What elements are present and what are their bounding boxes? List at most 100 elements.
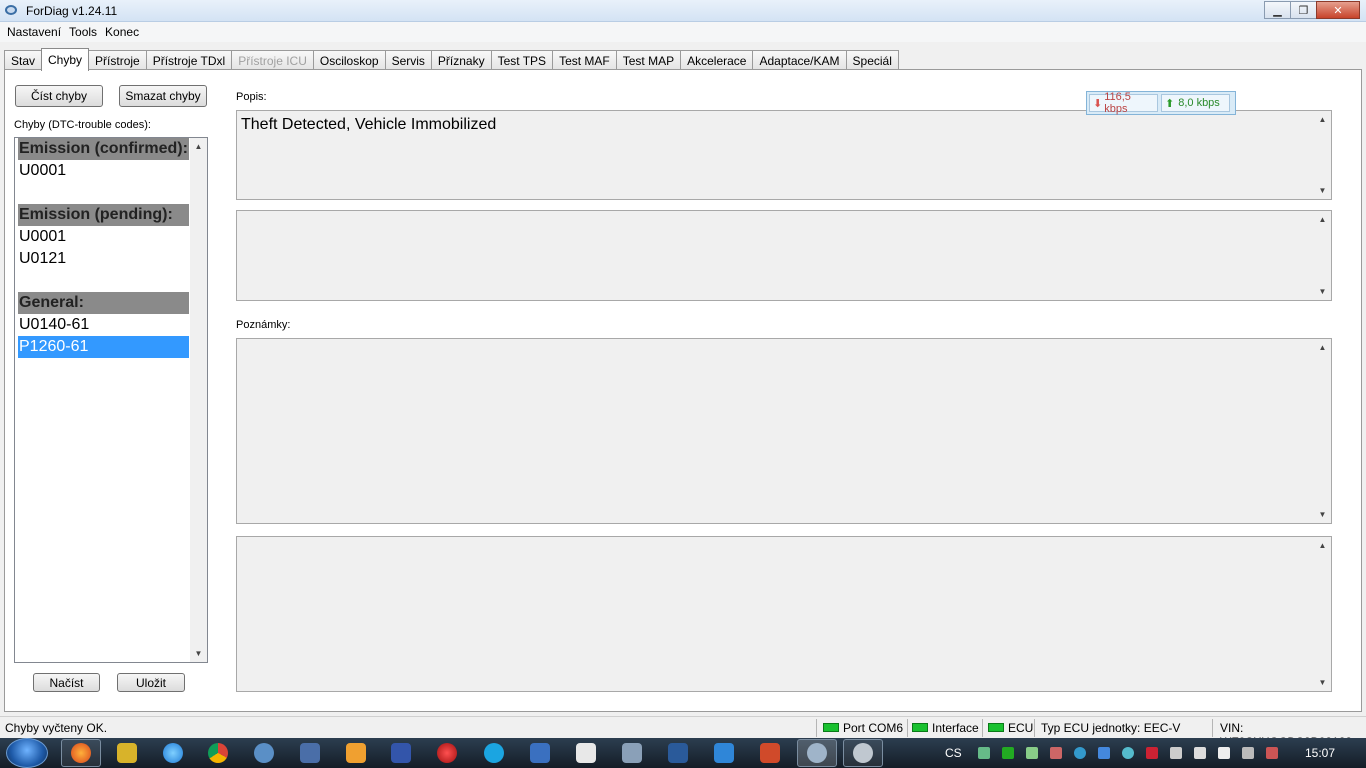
scroll-up-icon[interactable]: ▲	[1314, 339, 1331, 356]
tab-chyby[interactable]: Chyby	[41, 48, 90, 71]
tray-icon[interactable]	[1122, 747, 1134, 759]
upload-arrow-icon: ⬆	[1165, 97, 1175, 110]
menu-tools[interactable]: Tools	[65, 25, 101, 39]
scroll-up-icon[interactable]: ▲	[1314, 537, 1331, 554]
volume-muted-icon[interactable]	[1266, 747, 1278, 759]
media-player-icon[interactable]	[346, 743, 366, 763]
ecu-led-icon	[988, 723, 1004, 732]
status-ecu: ECU	[1008, 721, 1034, 735]
app-icon[interactable]	[760, 743, 780, 763]
upload-speed-value: 8,0 kbps	[1178, 97, 1220, 109]
firefox-icon[interactable]	[71, 743, 91, 763]
description-scrollbar[interactable]: ▲ ▼	[1314, 111, 1331, 199]
skype-icon[interactable]	[484, 743, 504, 763]
tray-icon[interactable]	[1002, 747, 1014, 759]
dtc-group-header: Emission (pending):	[18, 204, 189, 226]
status-bar: Chyby vyčteny OK. Port COM6 Interface EC…	[0, 716, 1366, 749]
app-icon[interactable]	[714, 743, 734, 763]
read-dtc-button[interactable]: Číst chyby	[15, 85, 103, 107]
network-speed-widget: ⬇ 116,5 kbps ⬆ 8,0 kbps	[1086, 91, 1236, 115]
clear-dtc-button[interactable]: Smazat chyby	[119, 85, 207, 107]
dtc-list-scrollbar[interactable]: ▲ ▼	[190, 138, 207, 662]
dtc-list-label: Chyby (DTC-trouble codes):	[14, 119, 151, 131]
tab-stav[interactable]: Stav	[4, 50, 43, 70]
notes-scrollbar[interactable]: ▲ ▼	[1314, 339, 1331, 523]
scroll-up-icon[interactable]: ▲	[1314, 111, 1331, 128]
tab-test-tps[interactable]: Test TPS	[490, 50, 554, 70]
tab-special[interactable]: Speciál	[845, 50, 899, 70]
tray-icon[interactable]	[978, 747, 990, 759]
notes-memo[interactable]: ▲ ▼	[236, 338, 1332, 524]
tab-test-maf[interactable]: Test MAF	[552, 50, 617, 70]
scroll-up-icon[interactable]: ▲	[190, 138, 207, 155]
save-disk-icon[interactable]	[391, 743, 411, 763]
tab-pristroje-tdxl[interactable]: Přístroje TDxl	[145, 50, 233, 70]
list-item[interactable]: U0121	[18, 248, 189, 270]
app-launcher-icon[interactable]	[117, 743, 137, 763]
list-item[interactable]: U0001	[18, 160, 189, 182]
app-icon[interactable]	[668, 743, 688, 763]
tab-pristroje[interactable]: Přístroje	[88, 50, 147, 70]
windows-taskbar: CS 15:07	[0, 738, 1366, 768]
chrome-icon[interactable]	[208, 743, 228, 763]
clock[interactable]: 15:07	[1305, 746, 1335, 760]
detail-memo[interactable]: ▲ ▼	[236, 210, 1332, 301]
wifi-icon[interactable]	[1026, 747, 1038, 759]
save-button[interactable]: Uložit	[117, 673, 185, 692]
scroll-up-icon[interactable]: ▲	[1314, 211, 1331, 228]
bluetooth-icon[interactable]	[1098, 747, 1110, 759]
fordiag-icon	[807, 743, 827, 763]
internet-explorer-icon[interactable]	[163, 743, 183, 763]
minimize-button[interactable]: ▁	[1264, 1, 1291, 19]
flag-icon[interactable]	[1194, 747, 1206, 759]
tab-akcelerace[interactable]: Akcelerace	[680, 50, 754, 70]
notes-detail-scrollbar[interactable]: ▲ ▼	[1314, 537, 1331, 691]
download-arrow-icon: ⬇	[1093, 97, 1103, 110]
load-button[interactable]: Načíst	[33, 673, 100, 692]
app-icon[interactable]	[576, 743, 596, 763]
record-icon[interactable]	[437, 743, 457, 763]
tab-test-map[interactable]: Test MAP	[615, 50, 682, 70]
battery-icon[interactable]	[1218, 747, 1230, 759]
tray-icon[interactable]	[1170, 747, 1182, 759]
status-message: Chyby vyčteny OK.	[5, 721, 108, 735]
tab-servis[interactable]: Servis	[384, 50, 432, 70]
language-indicator[interactable]: CS	[945, 746, 962, 760]
description-text: Theft Detected, Vehicle Immobilized	[241, 116, 497, 133]
notes-label: Poznámky:	[236, 319, 291, 331]
maximize-button[interactable]: ❐	[1290, 1, 1317, 19]
start-button[interactable]	[6, 738, 48, 768]
tab-adaptace-kam[interactable]: Adaptace/KAM	[752, 50, 847, 70]
app-icon[interactable]	[530, 743, 550, 763]
tab-priznaky[interactable]: Příznaky	[430, 50, 492, 70]
app-icon	[5, 5, 17, 15]
detail-scrollbar[interactable]: ▲ ▼	[1314, 211, 1331, 300]
notes-detail-memo[interactable]: ▲ ▼	[236, 536, 1332, 692]
status-ecu-type: Typ ECU jednotky: EEC-V	[1041, 721, 1181, 735]
scroll-down-icon[interactable]: ▼	[1314, 506, 1331, 523]
description-memo[interactable]: Theft Detected, Vehicle Immobilized ▲ ▼	[236, 110, 1332, 200]
app-icon[interactable]	[622, 743, 642, 763]
tray-icon[interactable]	[1146, 747, 1158, 759]
scroll-down-icon[interactable]: ▼	[1314, 674, 1331, 691]
close-button[interactable]: ✕	[1316, 1, 1360, 19]
list-item[interactable]: U0001	[18, 226, 189, 248]
tab-pristroje-icu: Přístroje ICU	[231, 50, 314, 70]
scroll-down-icon[interactable]: ▼	[1314, 283, 1331, 300]
menu-nastaveni[interactable]: Nastavení	[3, 25, 65, 39]
tray-icon[interactable]	[1050, 747, 1062, 759]
scroll-down-icon[interactable]: ▼	[1314, 182, 1331, 199]
minimize-icon: ▁	[1273, 4, 1282, 17]
window-controls: ▁ ❐ ✕	[1264, 1, 1360, 19]
status-separator	[1212, 719, 1213, 737]
list-item-selected[interactable]: P1260-61	[18, 336, 189, 358]
tab-osciloskop[interactable]: Osciloskop	[312, 50, 386, 70]
dtc-listbox[interactable]: Emission (confirmed): U0001 Emission (pe…	[14, 137, 208, 663]
list-item[interactable]: U0140-61	[18, 314, 189, 336]
scroll-down-icon[interactable]: ▼	[190, 645, 207, 662]
app-icon[interactable]	[300, 743, 320, 763]
signal-icon[interactable]	[1242, 747, 1254, 759]
menu-konec[interactable]: Konec	[101, 25, 143, 39]
tray-icon[interactable]	[1074, 747, 1086, 759]
explorer-icon[interactable]	[254, 743, 274, 763]
